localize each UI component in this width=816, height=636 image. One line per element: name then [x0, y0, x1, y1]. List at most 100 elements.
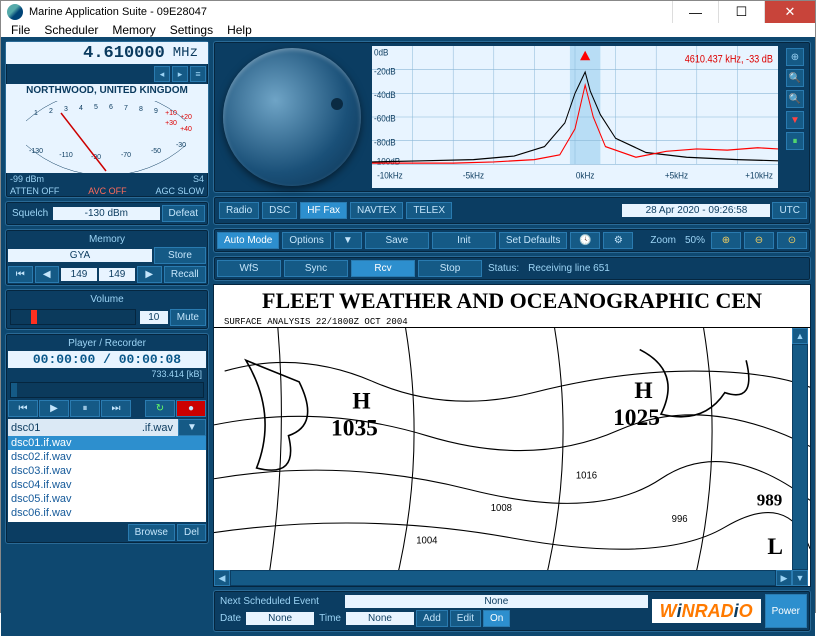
mem-prev-button[interactable]: ◀ — [35, 266, 60, 283]
recall-button[interactable]: Recall — [164, 266, 207, 283]
winradio-logo: WiNRADiO — [652, 599, 761, 623]
mem-next-button[interactable]: ▶ — [137, 266, 162, 283]
svg-text:1025: 1025 — [613, 405, 660, 431]
scroll-left-icon[interactable]: ◀ — [214, 570, 230, 586]
fax-subtitle: SURFACE ANALYSIS 22/1800Z OCT 2004 — [214, 317, 810, 327]
tuning-knob[interactable] — [223, 48, 361, 186]
hscrollbar[interactable]: ◀ ▶ — [214, 570, 792, 586]
zoom-in-icon[interactable]: 🔍 — [786, 69, 804, 87]
svg-text:-30: -30 — [176, 142, 186, 149]
save-button[interactable]: Save — [365, 232, 429, 249]
pause-spectrum-icon[interactable]: ⏸ — [786, 132, 804, 150]
marker-down-icon[interactable]: ▼ — [786, 111, 804, 129]
svg-text:+30: +30 — [165, 120, 177, 127]
tab-hffax[interactable]: HF Fax — [300, 202, 347, 219]
svg-text:-50: -50 — [151, 148, 161, 155]
mem-index-2[interactable]: 149 — [99, 268, 135, 281]
freq-btn-2[interactable]: ▸ — [172, 66, 188, 82]
scroll-right-icon[interactable]: ▶ — [776, 570, 792, 586]
pause-button[interactable]: ⏸ — [70, 400, 100, 417]
menu-file[interactable]: File — [11, 23, 30, 37]
list-item[interactable]: dsc04.if.wav — [8, 478, 206, 492]
player-scrubber[interactable] — [10, 382, 204, 398]
zoom-out-icon[interactable]: 🔍 — [786, 90, 804, 108]
skip-back-button[interactable]: ⏮ — [8, 400, 38, 417]
spectrum-display[interactable]: 0dB-20dB-40dB-60dB-80dB-100dB -10kHz-5kH… — [372, 46, 778, 188]
mem-index-1[interactable]: 149 — [61, 268, 97, 281]
scroll-up-icon[interactable]: ▲ — [792, 328, 808, 344]
close-button[interactable]: ✕ — [764, 1, 815, 23]
options-dropdown-icon[interactable]: ▼ — [334, 232, 362, 249]
tab-dsc[interactable]: DSC — [262, 202, 297, 219]
svg-text:-70: -70 — [121, 152, 131, 159]
menu-memory[interactable]: Memory — [112, 23, 155, 37]
set-defaults-button[interactable]: Set Defaults — [499, 232, 567, 249]
avc-button[interactable]: AVC OFF — [88, 186, 126, 196]
freq-btn-1[interactable]: ◂ — [154, 66, 170, 82]
mem-first-button[interactable]: ⏮ — [8, 266, 33, 283]
svg-text:1035: 1035 — [331, 416, 378, 442]
file-dropdown-button[interactable]: ▼ — [178, 419, 206, 436]
file-list[interactable]: dsc01.if.wav dsc02.if.wav dsc03.if.wav d… — [8, 436, 206, 522]
svg-text:-110: -110 — [59, 152, 73, 159]
browse-button[interactable]: Browse — [128, 524, 175, 541]
tab-radio[interactable]: Radio — [219, 202, 259, 219]
next-event-label: Next Scheduled Event — [217, 596, 343, 607]
auto-mode-button[interactable]: Auto Mode — [217, 232, 279, 249]
record-button[interactable]: ● — [176, 400, 206, 417]
wfs-button[interactable]: WfS — [217, 260, 281, 277]
tool-icon[interactable]: ⚙ — [603, 232, 633, 249]
memory-callsign[interactable]: GYA — [8, 249, 152, 262]
tab-navtex[interactable]: NAVTEX — [350, 202, 403, 219]
svg-text:-40dB: -40dB — [374, 89, 396, 100]
list-item[interactable]: dsc01.if.wav — [8, 436, 206, 450]
menu-help[interactable]: Help — [227, 23, 252, 37]
titlebar: Marine Application Suite - 09E28047 — ☐ … — [1, 1, 815, 23]
sync-button[interactable]: Sync — [284, 260, 348, 277]
volume-value[interactable]: 10 — [140, 311, 168, 324]
list-item[interactable]: dsc06.if.wav — [8, 506, 206, 520]
fax-image-area[interactable]: FLEET WEATHER AND OCEANOGRAPHIC CEN SURF… — [213, 284, 811, 587]
file-ext: .if.wav — [139, 421, 176, 435]
menu-settings[interactable]: Settings — [170, 23, 213, 37]
loop-button[interactable]: ↻ — [145, 400, 175, 417]
delete-button[interactable]: Del — [177, 524, 206, 541]
list-item[interactable]: dsc03.if.wav — [8, 464, 206, 478]
init-button[interactable]: Init — [432, 232, 496, 249]
frequency-display[interactable]: 4.610000 MHz — [6, 42, 208, 64]
rcv-button[interactable]: Rcv — [351, 260, 415, 277]
defeat-button[interactable]: Defeat — [162, 205, 205, 222]
agc-button[interactable]: AGC SLOW — [155, 186, 204, 196]
store-button[interactable]: Store — [154, 247, 206, 264]
zoom-fit-button[interactable]: ⊙ — [777, 232, 807, 249]
zoom-out-button[interactable]: ⊖ — [744, 232, 774, 249]
list-item[interactable]: dsc02.if.wav — [8, 450, 206, 464]
clock-icon[interactable]: 🕓 — [570, 232, 600, 249]
atten-button[interactable]: ATTEN OFF — [10, 186, 59, 196]
tab-telex[interactable]: TELEX — [406, 202, 452, 219]
scroll-down-icon[interactable]: ▼ — [792, 570, 808, 586]
svg-text:+40: +40 — [180, 126, 192, 133]
mute-button[interactable]: Mute — [170, 309, 206, 326]
freq-btn-3[interactable]: ≡ — [190, 66, 206, 82]
tz-button[interactable]: UTC — [772, 202, 807, 219]
target-icon[interactable]: ⊕ — [786, 48, 804, 66]
player-size: 733.414 [kB] — [8, 368, 206, 380]
play-button[interactable]: ▶ — [39, 400, 69, 417]
svg-text:9: 9 — [154, 108, 158, 115]
maximize-button[interactable]: ☐ — [718, 1, 764, 23]
minimize-button[interactable]: — — [672, 1, 718, 23]
stop-button[interactable]: Stop — [418, 260, 482, 277]
list-item[interactable]: dsc05.if.wav — [8, 492, 206, 506]
date-label: Date — [217, 613, 244, 624]
menu-scheduler[interactable]: Scheduler — [44, 23, 98, 37]
svg-text:-20dB: -20dB — [374, 66, 396, 77]
power-button[interactable]: Power — [765, 594, 807, 628]
vscrollbar[interactable]: ▲ ▼ — [792, 328, 808, 586]
volume-slider[interactable] — [10, 309, 136, 325]
squelch-value[interactable]: -130 dBm — [53, 207, 159, 220]
zoom-in-button[interactable]: ⊕ — [711, 232, 741, 249]
skip-fwd-button[interactable]: ⏭ — [101, 400, 131, 417]
options-button[interactable]: Options — [282, 232, 330, 249]
file-base: dsc01 — [8, 421, 137, 435]
